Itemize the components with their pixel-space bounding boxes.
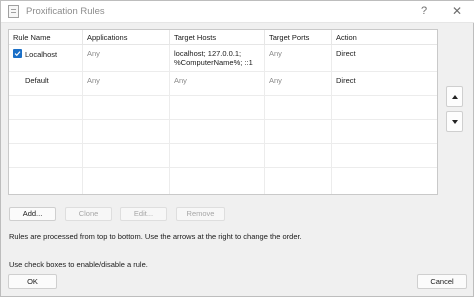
column-header-applications[interactable]: Applications [83,30,170,45]
empty-row [9,120,437,144]
empty-cell [265,168,332,194]
empty-cell [265,144,332,167]
move-down-button[interactable] [446,111,463,132]
empty-cell [170,144,265,167]
document-icon [8,5,19,18]
target-hosts-cell: Any [170,72,265,95]
action-cell: Direct [336,49,356,58]
empty-cell [9,120,83,143]
table-row[interactable]: Default Any Any Any Direct [9,72,437,96]
empty-cell [83,168,170,194]
triangle-up-icon [452,95,458,99]
close-button[interactable]: ✕ [447,2,467,20]
empty-row [9,96,437,120]
target-hosts-line: %ComputerName%; ::1 [174,58,253,67]
order-help-text: Rules are processed from top to bottom. … [9,232,302,241]
table-header: Rule Name Applications Target Hosts Targ… [9,30,437,45]
window-title: Proxification Rules [26,6,105,17]
rule-name-cell: Localhost [9,45,83,71]
checkmark-icon [14,51,21,57]
edit-rule-button[interactable]: Edit... [120,207,167,221]
help-button[interactable]: ? [415,2,433,20]
column-header-action[interactable]: Action [332,30,437,45]
empty-row [9,144,437,168]
ok-button[interactable]: OK [8,274,57,289]
target-ports-cell: Any [265,72,332,95]
empty-cell [170,168,265,194]
empty-cell [265,120,332,143]
rule-enabled-checkbox[interactable] [13,49,22,58]
checkbox-help-text: Use check boxes to enable/disable a rule… [9,260,148,269]
empty-cell [265,96,332,119]
rules-table[interactable]: Rule Name Applications Target Hosts Targ… [8,29,438,195]
action-cell: Direct [336,76,356,85]
rule-name: Default [25,76,49,85]
empty-cell [9,96,83,119]
target-hosts-cell: localhost; 127.0.0.1; %ComputerName%; ::… [170,45,265,71]
empty-cell [83,144,170,167]
proxification-rules-dialog: Proxification Rules ? ✕ Rule Name Applic… [0,0,474,297]
empty-row [9,168,437,194]
empty-cell [170,96,265,119]
rule-name-cell: Default [9,72,83,95]
empty-cell [9,168,83,194]
rule-name: Localhost [25,50,58,59]
target-hosts-line: localhost; 127.0.0.1; [174,49,242,58]
empty-cell [9,144,83,167]
applications-cell: Any [83,45,170,71]
column-header-rule-name[interactable]: Rule Name [9,30,83,45]
empty-cell [170,120,265,143]
cancel-button[interactable]: Cancel [417,274,467,289]
triangle-down-icon [452,120,458,124]
empty-cell [83,120,170,143]
title-bar: Proxification Rules ? ✕ [1,1,474,23]
clone-rule-button[interactable]: Clone [65,207,112,221]
target-ports-cell: Any [265,45,332,71]
empty-cell [83,96,170,119]
move-up-button[interactable] [446,86,463,107]
column-header-target-ports[interactable]: Target Ports [265,30,332,45]
table-row[interactable]: Localhost Any localhost; 127.0.0.1; %Com… [9,45,437,72]
add-rule-button[interactable]: Add... [9,207,56,221]
column-header-target-hosts[interactable]: Target Hosts [170,30,265,45]
remove-rule-button[interactable]: Remove [176,207,225,221]
applications-cell: Any [83,72,170,95]
